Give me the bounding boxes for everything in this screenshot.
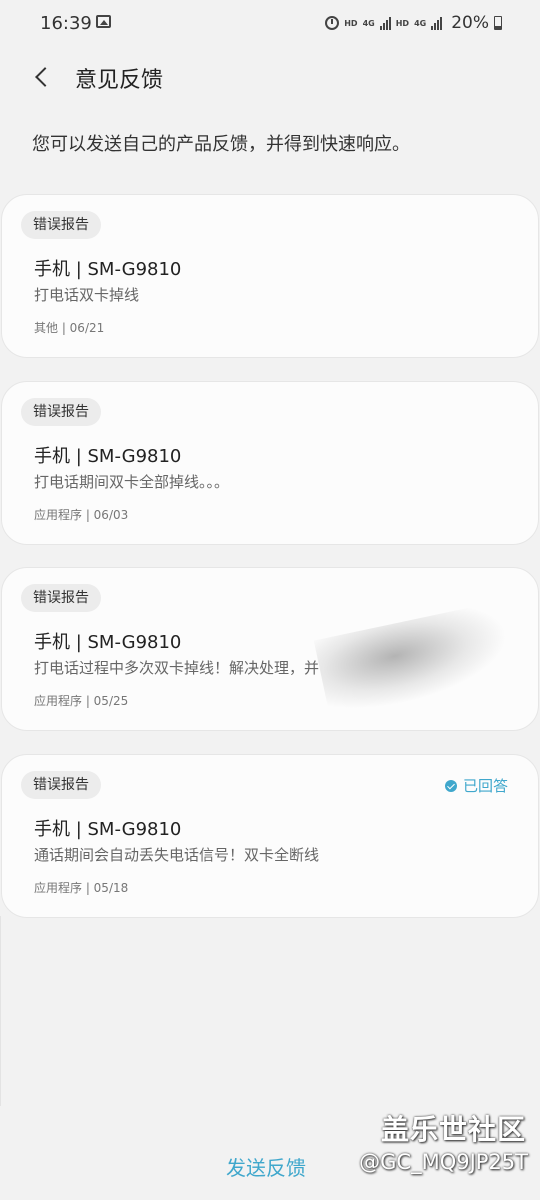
network-4g-label-1: 4G — [362, 18, 375, 28]
divider — [0, 916, 1, 1106]
status-bar: 16:39 HD 4G HD 4G 20% — [0, 0, 540, 48]
watermark-logo: 盖乐世社区 — [380, 1113, 526, 1146]
check-circle-icon — [444, 779, 457, 792]
hd-label-2: HD — [395, 18, 410, 28]
intro-text: 您可以发送自己的产品反馈，并得到快速响应。 — [32, 134, 410, 155]
network-4g-label-2: 4G — [414, 18, 427, 28]
alarm-icon — [325, 16, 340, 30]
feedback-card[interactable]: 错误报告 手机 | SM-G9810 打电话过程中多次双卡掉线！解决处理，并 应… — [1, 567, 539, 731]
card-title: 手机 | SM-G9810 — [34, 632, 182, 653]
category-badge: 错误报告 — [21, 584, 101, 612]
answered-status: 已回答 — [444, 775, 508, 796]
feedback-card[interactable]: 错误报告 手机 | SM-G9810 打电话双卡掉线 其他 | 06/21 — [1, 194, 539, 358]
card-description: 打电话期间双卡全部掉线。。。 — [34, 473, 230, 491]
answered-label: 已回答 — [462, 777, 508, 795]
card-description: 通话期间会自动丢失电话信号！双卡全断线 — [34, 846, 320, 864]
card-meta: 应用程序 | 06/03 — [34, 508, 129, 522]
card-meta: 其他 | 06/21 — [34, 321, 105, 335]
page-title: 意见反馈 — [75, 68, 164, 93]
category-badge: 错误报告 — [21, 398, 101, 426]
card-meta: 应用程序 | 05/25 — [34, 694, 129, 708]
battery-percent: 20% — [451, 13, 489, 33]
gallery-icon — [96, 15, 111, 28]
card-title: 手机 | SM-G9810 — [34, 446, 182, 467]
battery-icon — [494, 16, 502, 30]
back-arrow-icon[interactable] — [32, 64, 54, 90]
category-badge: 错误报告 — [21, 211, 101, 239]
category-badge: 错误报告 — [21, 771, 101, 799]
card-description: 打电话双卡掉线 — [34, 286, 140, 304]
card-title: 手机 | SM-G9810 — [34, 819, 182, 840]
card-meta: 应用程序 | 05/18 — [34, 881, 129, 895]
status-time: 16:39 — [40, 13, 92, 34]
feedback-screen: 16:39 HD 4G HD 4G 20% 意见反馈 您可以发送自己的产品反馈，… — [0, 0, 540, 1200]
watermark-handle: @GC_MQ9JP25T — [359, 1150, 528, 1174]
app-header: 意见反馈 — [0, 52, 540, 102]
signal-icon — [379, 16, 391, 30]
status-icons: HD 4G HD 4G 20% — [325, 12, 502, 34]
feedback-card[interactable]: 错误报告 手机 | SM-G9810 打电话期间双卡全部掉线。。。 应用程序 |… — [1, 381, 539, 545]
card-description: 打电话过程中多次双卡掉线！解决处理，并 — [34, 659, 320, 677]
signal-icon — [431, 16, 443, 30]
card-title: 手机 | SM-G9810 — [34, 259, 182, 280]
feedback-card[interactable]: 错误报告 已回答 手机 | SM-G9810 通话期间会自动丢失电话信号！双卡全… — [1, 754, 539, 918]
send-feedback-button[interactable]: 发送反馈 — [226, 1152, 306, 1181]
hd-label-1: HD — [344, 18, 358, 28]
